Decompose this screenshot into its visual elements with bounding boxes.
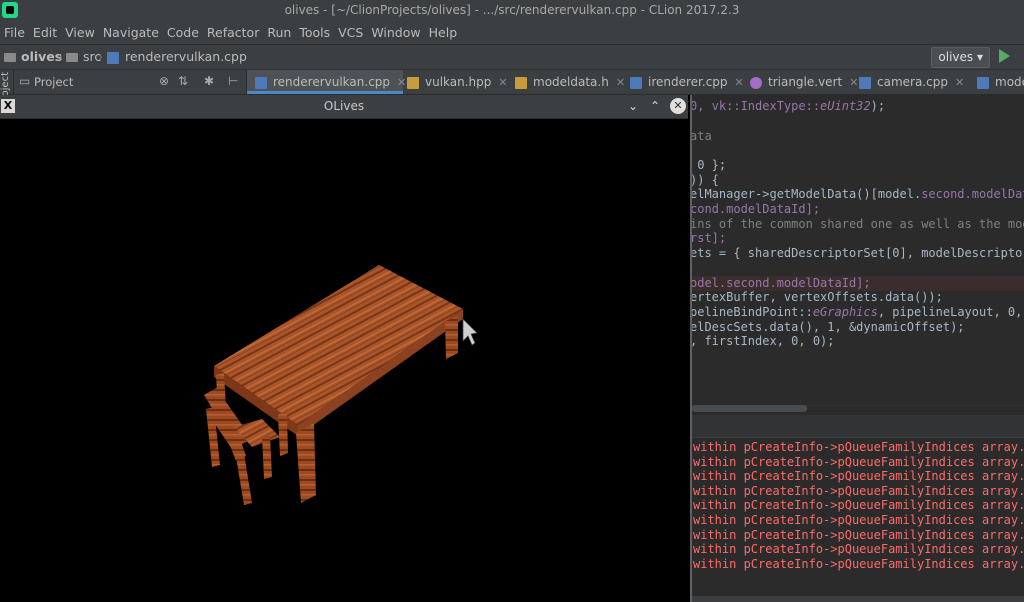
table-leg	[445, 315, 458, 359]
close-icon[interactable]: ✕	[616, 76, 625, 89]
clion-app-icon	[2, 2, 18, 18]
tab-irenderer-cpp[interactable]: irenderer.cpp ✕	[628, 70, 744, 94]
console-line: within pCreateInfo->pQueueFamilyIndices …	[693, 483, 1024, 498]
menu-run[interactable]: Run	[263, 21, 295, 44]
menu-vcs[interactable]: VCS	[334, 21, 367, 44]
scroll-from-source-icon[interactable]: ⇅	[178, 74, 188, 88]
window-title-bar: olives - [~/ClionProjects/olives] - .../…	[0, 0, 1024, 21]
project-icon: ▭	[19, 74, 31, 88]
tab-renderervulkan-cpp[interactable]: renderervulkan.cpp ✕	[247, 70, 406, 94]
console-line: within pCreateInfo->pQueueFamilyIndices …	[693, 498, 1024, 513]
close-icon[interactable]: ✕	[735, 76, 744, 89]
tab-triangle-vert[interactable]: triangle.vert ✕	[748, 70, 858, 94]
project-panel-title: Project	[34, 75, 74, 89]
tab-camera-cpp[interactable]: camera.cpp ✕	[857, 70, 964, 94]
menu-refactor[interactable]: Refactor	[203, 21, 263, 44]
chair-leg	[236, 453, 252, 505]
app-window-title-bar[interactable]: OLives	[0, 95, 688, 119]
code-line: rst];	[690, 231, 727, 245]
code-line: )) {	[690, 173, 719, 187]
run-console: within pCreateInfo->pQueueFamilyIndices …	[690, 415, 1024, 602]
breadcrumb-project[interactable]: olives	[4, 45, 62, 69]
close-icon[interactable]: ✕	[498, 76, 507, 89]
cpp-file-icon	[255, 76, 267, 89]
menu-bar: File Edit View Navigate Code Refactor Run Tools…	[0, 21, 1024, 45]
mouse-cursor-icon	[462, 318, 478, 346]
editor-tab-strip: renderervulkan.cpp ✕ vulkan.hpp ✕ modeldat…	[247, 70, 1024, 94]
run-icon[interactable]	[999, 49, 1010, 63]
console-line: within pCreateInfo->pQueueFamilyIndices …	[693, 527, 1024, 542]
console-line: within pCreateInfo->pQueueFamilyIndices …	[693, 469, 1024, 484]
menu-window[interactable]: Window	[367, 21, 424, 44]
table-leg	[278, 411, 288, 456]
breadcrumb-folder[interactable]: src	[66, 45, 101, 69]
cpp-file-icon	[630, 76, 642, 89]
render-viewport[interactable]	[0, 119, 688, 602]
header-file-icon	[515, 76, 527, 89]
hide-panel-icon[interactable]: ⊢	[228, 74, 238, 88]
code-line: ets = { sharedDescriptorSet[0], modelDes…	[690, 246, 1024, 260]
minimize-icon[interactable]: ⌄	[628, 95, 638, 118]
olives-app-window[interactable]: OLives X ⌄ ⌃ ✕	[0, 95, 692, 602]
breadcrumb-file[interactable]: renderervulkan.cpp	[107, 45, 247, 69]
console-line: within pCreateInfo->pQueueFamilyIndices …	[693, 542, 1024, 557]
menu-code[interactable]: Code	[163, 21, 203, 44]
close-window-button[interactable]: ✕	[670, 98, 686, 114]
code-editor[interactable]: 0, vk::IndexType::eUint32); ata 0 }; )) …	[690, 95, 1024, 405]
cpp-file-icon	[977, 76, 989, 89]
project-tool-window-strip[interactable]: Project	[0, 70, 14, 106]
code-line: 0 };	[690, 158, 727, 172]
code-line: 0, vk::IndexType::eUint32);	[690, 99, 886, 113]
menu-edit[interactable]: Edit	[29, 21, 61, 44]
breadcrumb-separator: ›	[58, 49, 63, 64]
code-line: cond.modelDataId];	[690, 202, 821, 216]
close-icon[interactable]: ✕	[955, 76, 964, 89]
tab-model[interactable]: model	[975, 70, 1024, 94]
code-line: ertexBuffer, vertexOffsets.data());	[690, 290, 943, 304]
collapse-icon[interactable]: ⊗	[159, 74, 169, 88]
code-line: , firstIndex, 0, 0);	[690, 334, 835, 348]
code-line: elDescSets.data(), 1, &dynamicOffset);	[690, 320, 965, 334]
gear-icon[interactable]: ✱	[204, 74, 214, 88]
navigation-bar: olives › src › renderervulkan.cpp ▲▼ oli…	[0, 45, 1024, 70]
window-title: olives - [~/ClionProjects/olives] - .../…	[284, 3, 740, 17]
menu-file[interactable]: File	[0, 21, 29, 44]
header-file-icon	[407, 76, 419, 89]
table	[214, 265, 463, 503]
console-bottom-bar	[690, 596, 1024, 602]
console-line: within pCreateInfo->pQueueFamilyIndices …	[693, 556, 1024, 571]
tab-vulkan-hpp[interactable]: vulkan.hpp ✕	[405, 70, 508, 94]
menu-tools[interactable]: Tools	[295, 21, 334, 44]
maximize-icon[interactable]: ⌃	[650, 95, 660, 118]
app-window-title: OLives	[323, 99, 365, 113]
table-leg	[296, 423, 316, 503]
code-line: ins of the common shared one as well as …	[690, 217, 1024, 231]
cpp-file-icon	[107, 51, 119, 64]
menu-help[interactable]: Help	[425, 21, 462, 44]
console-toolbar	[690, 415, 1024, 438]
project-panel-header: ▭ Project ⊗ ⇅ ✱ ⊢	[14, 70, 247, 94]
console-line: within pCreateInfo->pQueueFamilyIndices …	[693, 454, 1024, 469]
folder-icon	[4, 53, 16, 62]
console-line: within pCreateInfo->pQueueFamilyIndices …	[693, 440, 1024, 454]
shader-file-icon	[750, 76, 762, 89]
x11-app-icon: X	[1, 99, 15, 113]
menu-navigate[interactable]: Navigate	[99, 21, 163, 44]
scrollbar-thumb[interactable]	[692, 405, 807, 412]
menu-view[interactable]: View	[61, 21, 99, 44]
chair-leg	[262, 435, 272, 479]
code-line: ata	[690, 129, 712, 143]
cpp-file-icon	[859, 76, 871, 89]
tab-modeldata-h[interactable]: modeldata.h ✕	[513, 70, 625, 94]
code-line-highlighted: odel.second.modelDataId];	[690, 276, 1024, 291]
run-configuration-select[interactable]: olives ▾	[931, 47, 990, 68]
code-line: pelineBindPoint::eGraphics, pipelineLayo…	[690, 305, 1023, 319]
code-line: elManager->getModelData()[model.second.m…	[690, 187, 1024, 201]
console-line: within pCreateInfo->pQueueFamilyIndices …	[693, 513, 1024, 527]
folder-icon	[66, 53, 78, 62]
breadcrumb-separator: ›	[98, 49, 103, 64]
